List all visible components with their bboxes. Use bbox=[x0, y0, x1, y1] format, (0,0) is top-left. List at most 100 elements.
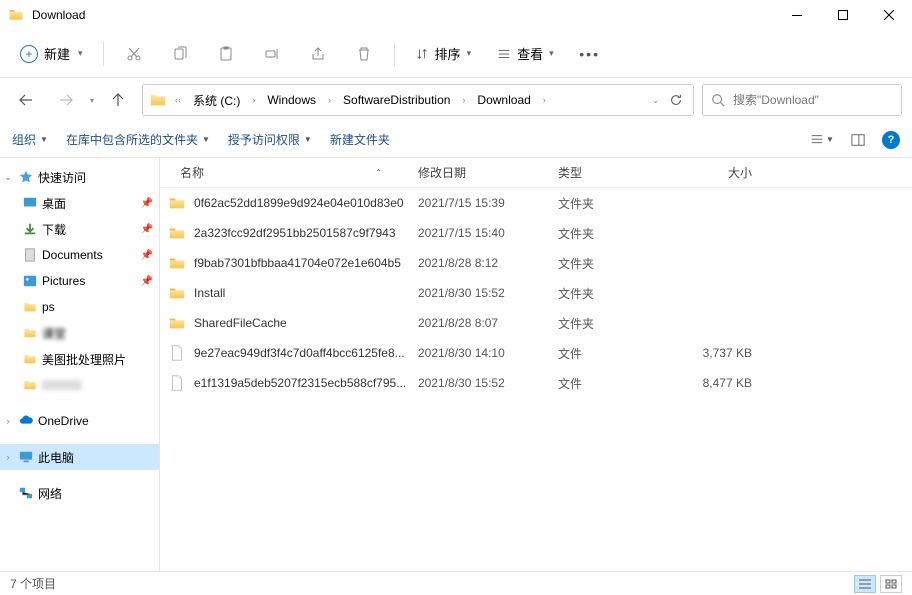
sort-button[interactable]: 排序 ▾ bbox=[405, 38, 482, 69]
help-button[interactable]: ? bbox=[882, 131, 900, 149]
folder-icon bbox=[149, 91, 167, 109]
sidebar-downloads[interactable]: 下载 📌 bbox=[0, 216, 159, 242]
breadcrumb-item[interactable]: 系统 (C:) bbox=[187, 88, 246, 113]
up-button[interactable] bbox=[102, 84, 134, 116]
folder-icon bbox=[168, 314, 186, 332]
sidebar-quick-access[interactable]: ⌄ 快速访问 bbox=[0, 164, 159, 190]
column-date[interactable]: 修改日期 bbox=[410, 164, 550, 181]
view-button[interactable]: 查看 ▾ bbox=[487, 38, 564, 69]
network-icon bbox=[18, 485, 34, 501]
chevron-down-icon[interactable]: ▾ bbox=[90, 96, 94, 105]
collapse-icon[interactable]: ⌄ bbox=[2, 172, 14, 183]
file-icon bbox=[168, 374, 186, 392]
folder-icon bbox=[168, 254, 186, 272]
detail-view-button[interactable]: ▼ bbox=[810, 128, 834, 152]
column-name[interactable]: 名称⌃ bbox=[160, 164, 410, 181]
rename-button[interactable] bbox=[252, 36, 292, 72]
sidebar-item[interactable]: 美图批处理照片 bbox=[0, 346, 159, 372]
star-icon bbox=[18, 169, 34, 185]
sort-asc-icon: ⌃ bbox=[375, 168, 382, 177]
close-button[interactable] bbox=[866, 0, 912, 30]
share-button[interactable] bbox=[298, 36, 338, 72]
column-size[interactable]: 大小 bbox=[660, 164, 760, 181]
pin-icon: 📌 bbox=[141, 224, 153, 235]
column-type[interactable]: 类型 bbox=[550, 164, 660, 181]
paste-button[interactable] bbox=[206, 36, 246, 72]
sidebar-item[interactable] bbox=[0, 372, 159, 398]
sidebar-pictures[interactable]: Pictures 📌 bbox=[0, 268, 159, 294]
divider bbox=[394, 42, 395, 66]
file-date: 2021/8/30 15:52 bbox=[410, 376, 550, 390]
organize-menu[interactable]: 组织▼ bbox=[12, 131, 48, 148]
expand-icon[interactable]: › bbox=[2, 452, 14, 462]
cut-button[interactable] bbox=[114, 36, 154, 72]
file-name: e1f1319a5deb5207f2315ecb588cf795... bbox=[194, 376, 406, 390]
file-row[interactable]: 9e27eac949df3f4c7d0aff4bcc6125fe8... 2021… bbox=[160, 338, 912, 368]
pc-icon bbox=[18, 449, 34, 465]
column-headers: 名称⌃ 修改日期 类型 大小 bbox=[160, 158, 912, 188]
file-name: 9e27eac949df3f4c7d0aff4bcc6125fe8... bbox=[194, 346, 405, 360]
refresh-button[interactable] bbox=[669, 93, 683, 107]
more-button[interactable]: ••• bbox=[570, 36, 610, 72]
sidebar-onedrive[interactable]: › OneDrive bbox=[0, 408, 159, 434]
file-row[interactable]: 0f62ac52dd1899e9d924e04e010d83e02021/7/1… bbox=[160, 188, 912, 218]
chevron-right-icon[interactable]: › bbox=[248, 95, 259, 105]
details-view-button[interactable] bbox=[854, 575, 876, 593]
file-row[interactable]: 2a323fcc92df2951bb2501587c9f79432021/7/1… bbox=[160, 218, 912, 248]
forward-button[interactable] bbox=[50, 84, 82, 116]
sidebar-this-pc[interactable]: › 此电脑 bbox=[0, 444, 159, 470]
file-icon bbox=[168, 344, 186, 362]
file-date: 2021/8/30 15:52 bbox=[410, 286, 550, 300]
file-size: 8,477 KB bbox=[660, 376, 760, 390]
sidebar-documents[interactable]: Documents 📌 bbox=[0, 242, 159, 268]
back-button[interactable] bbox=[10, 84, 42, 116]
chevron-right-icon[interactable]: › bbox=[539, 95, 550, 105]
sidebar-network[interactable]: 网络 bbox=[0, 480, 159, 506]
file-type: 文件 bbox=[550, 375, 660, 392]
include-library-menu[interactable]: 在库中包含所选的文件夹▼ bbox=[66, 131, 210, 148]
new-button[interactable]: + 新建 ▾ bbox=[10, 38, 93, 69]
file-type: 文件夹 bbox=[550, 225, 660, 242]
minimize-button[interactable] bbox=[774, 0, 820, 30]
sidebar-desktop[interactable]: 桌面 📌 bbox=[0, 190, 159, 216]
folder-icon bbox=[22, 299, 38, 315]
file-type: 文件夹 bbox=[550, 255, 660, 272]
search-box[interactable] bbox=[702, 84, 902, 116]
file-row[interactable]: Install2021/8/30 15:52文件夹 bbox=[160, 278, 912, 308]
chevron-down-icon[interactable]: ⌄ bbox=[652, 96, 659, 105]
file-type: 文件 bbox=[550, 345, 660, 362]
breadcrumb-item[interactable]: SoftwareDistribution bbox=[337, 89, 456, 111]
chevron-down-icon: ▾ bbox=[549, 48, 554, 59]
file-type: 文件夹 bbox=[550, 315, 660, 332]
search-input[interactable] bbox=[733, 93, 893, 107]
preview-pane-button[interactable] bbox=[846, 128, 870, 152]
file-name: SharedFileCache bbox=[194, 316, 287, 330]
sidebar: ⌄ 快速访问 桌面 📌 下载 📌 Documents 📌 Pictures 📌 … bbox=[0, 158, 160, 571]
chevron-right-icon[interactable]: › bbox=[458, 95, 469, 105]
large-icons-view-button[interactable] bbox=[880, 575, 902, 593]
file-row[interactable]: SharedFileCache2021/8/28 8:07文件夹 bbox=[160, 308, 912, 338]
file-row[interactable]: f9bab7301bfbbaa41704e072e1e604b52021/8/2… bbox=[160, 248, 912, 278]
grant-access-menu[interactable]: 授予访问权限▼ bbox=[228, 131, 312, 148]
address-bar[interactable]: ‹‹ 系统 (C:) › Windows › SoftwareDistribut… bbox=[142, 84, 694, 116]
new-folder-button[interactable]: 新建文件夹 bbox=[330, 131, 390, 148]
expand-icon[interactable]: › bbox=[2, 416, 14, 426]
file-size: 3,737 KB bbox=[660, 346, 760, 360]
chevron-right-icon[interactable]: › bbox=[324, 95, 335, 105]
delete-button[interactable] bbox=[344, 36, 384, 72]
file-name: 0f62ac52dd1899e9d924e04e010d83e0 bbox=[194, 196, 404, 210]
file-date: 2021/8/30 14:10 bbox=[410, 346, 550, 360]
download-icon bbox=[22, 221, 38, 237]
file-row[interactable]: e1f1319a5deb5207f2315ecb588cf795... 2021/… bbox=[160, 368, 912, 398]
breadcrumb-item[interactable]: Download bbox=[471, 89, 536, 111]
breadcrumb-item[interactable]: Windows bbox=[261, 89, 322, 111]
maximize-button[interactable] bbox=[820, 0, 866, 30]
sidebar-ps[interactable]: ps bbox=[0, 294, 159, 320]
chevron-right-icon[interactable]: ‹‹ bbox=[171, 95, 185, 105]
titlebar: Download bbox=[0, 0, 912, 30]
pin-icon: 📌 bbox=[141, 276, 153, 287]
file-list: 名称⌃ 修改日期 类型 大小 0f62ac52dd1899e9d924e04e0… bbox=[160, 158, 912, 571]
file-type: 文件夹 bbox=[550, 285, 660, 302]
copy-button[interactable] bbox=[160, 36, 200, 72]
sidebar-item[interactable]: 课堂 bbox=[0, 320, 159, 346]
